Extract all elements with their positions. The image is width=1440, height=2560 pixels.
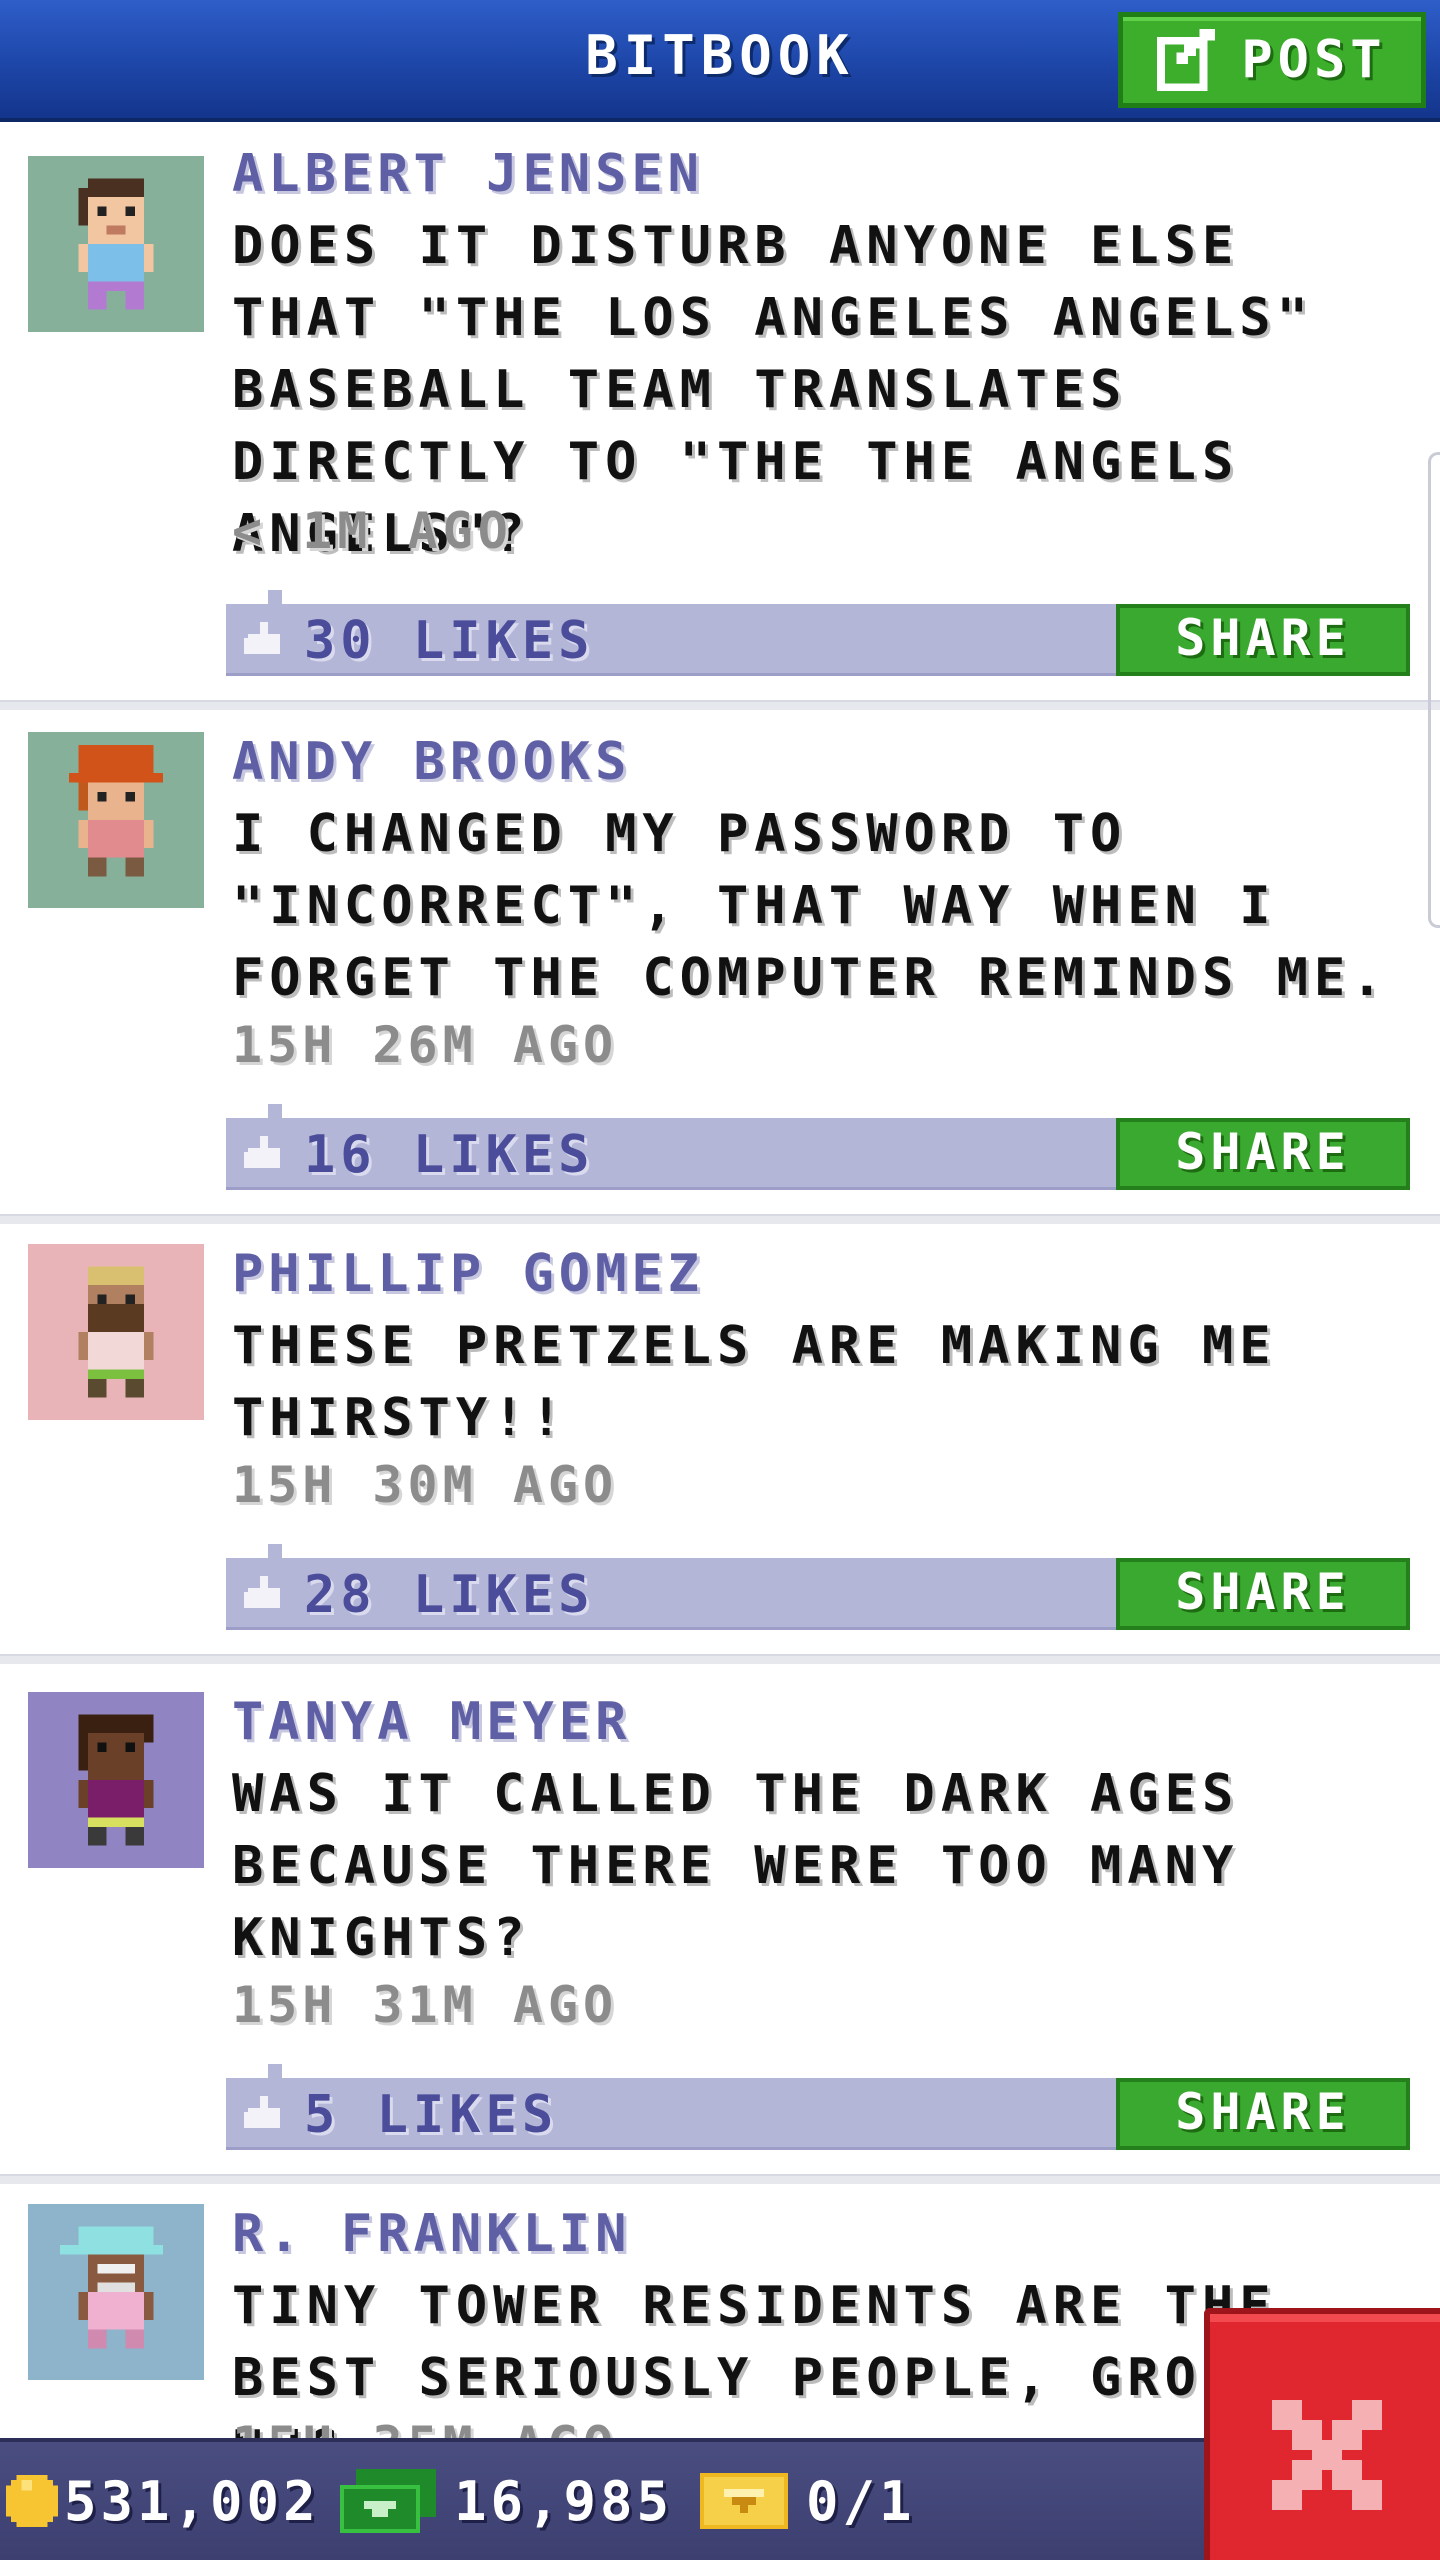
- post-author[interactable]: TANYA MEYER: [232, 1692, 631, 1752]
- resident-avatar-icon: [59, 2226, 163, 2349]
- like-count: 16 LIKES: [304, 1125, 595, 1185]
- like-bar: 28 LIKES SHARE: [226, 1544, 1410, 1630]
- avatar[interactable]: [28, 156, 204, 332]
- tickets-stat[interactable]: 0/1: [700, 2442, 916, 2560]
- like-count: 28 LIKES: [304, 1565, 595, 1625]
- thumbs-up-icon[interactable]: [244, 1136, 284, 1172]
- post-button-label: POST: [1241, 30, 1387, 90]
- bux-value: 16,985: [454, 2469, 674, 2533]
- edit-icon: [1157, 29, 1216, 91]
- avatar[interactable]: [28, 1692, 204, 1868]
- post-message: I CHANGED MY PASSWORD TO "INCORRECT", TH…: [232, 804, 1389, 1008]
- golden-ticket-icon: [700, 2473, 788, 2529]
- coins-value: 531,002: [64, 2469, 320, 2533]
- like-bar: 30 LIKES SHARE: [226, 590, 1410, 676]
- share-button[interactable]: SHARE: [1116, 604, 1410, 676]
- post-divider: [0, 1654, 1440, 1664]
- post-time: 15H 31M AGO: [232, 1976, 619, 2034]
- share-button[interactable]: SHARE: [1116, 2078, 1410, 2150]
- post-time: 15H 35M AGO: [232, 2416, 618, 2438]
- post-author[interactable]: ALBERT JENSEN: [232, 144, 704, 204]
- bux-icon: [340, 2469, 436, 2533]
- post-time: 15H 30M AGO: [232, 1456, 619, 1514]
- scrollbar[interactable]: [1428, 452, 1440, 928]
- post-divider: [0, 700, 1440, 710]
- close-icon: [1272, 2400, 1382, 2510]
- post-time: 15H 26M AGO: [232, 1016, 619, 1074]
- post-divider: [0, 2174, 1440, 2184]
- avatar[interactable]: [28, 2204, 204, 2380]
- avatar[interactable]: [28, 1244, 204, 1420]
- thumbs-up-icon[interactable]: [244, 622, 284, 658]
- like-bar: 5 LIKES SHARE: [226, 2064, 1410, 2150]
- like-count: 5 LIKES: [304, 2085, 559, 2145]
- post-author[interactable]: PHILLIP GOMEZ: [232, 1244, 704, 1304]
- avatar[interactable]: [28, 732, 204, 908]
- post-message: WAS IT CALLED THE DARK AGES BECAUSE THER…: [232, 1764, 1240, 1968]
- close-button[interactable]: [1204, 2308, 1440, 2560]
- post-time: < 1M AGO: [232, 502, 513, 560]
- like-count: 30 LIKES: [304, 611, 595, 671]
- like-bar: 16 LIKES SHARE: [226, 1104, 1410, 1190]
- resident-avatar-icon: [78, 1266, 154, 1398]
- resident-avatar-icon: [69, 745, 163, 877]
- resident-avatar-icon: [78, 178, 154, 310]
- post-button[interactable]: POST: [1118, 12, 1426, 108]
- post-author[interactable]: R. FRANKLIN: [232, 2204, 631, 2264]
- thumbs-up-icon[interactable]: [244, 1576, 284, 1612]
- bux-stat[interactable]: 16,985: [340, 2442, 673, 2560]
- post-message: THESE PRETZELS ARE MAKING ME THIRSTY!!: [232, 1316, 1277, 1448]
- coin-icon: [6, 2475, 58, 2527]
- post-divider: [0, 1214, 1440, 1224]
- news-feed[interactable]: ALBERT JENSEN DOES IT DISTURB ANYONE ELS…: [0, 122, 1440, 2438]
- share-button[interactable]: SHARE: [1116, 1558, 1410, 1630]
- post-author[interactable]: ANDY BROOKS: [232, 732, 631, 792]
- thumbs-up-icon[interactable]: [244, 2096, 284, 2132]
- resident-avatar-icon: [78, 1714, 154, 1846]
- coins-stat: 531,002: [6, 2442, 320, 2560]
- tickets-value: 0/1: [806, 2469, 916, 2533]
- app-header: BITBOOK POST: [0, 0, 1440, 122]
- share-button[interactable]: SHARE: [1116, 1118, 1410, 1190]
